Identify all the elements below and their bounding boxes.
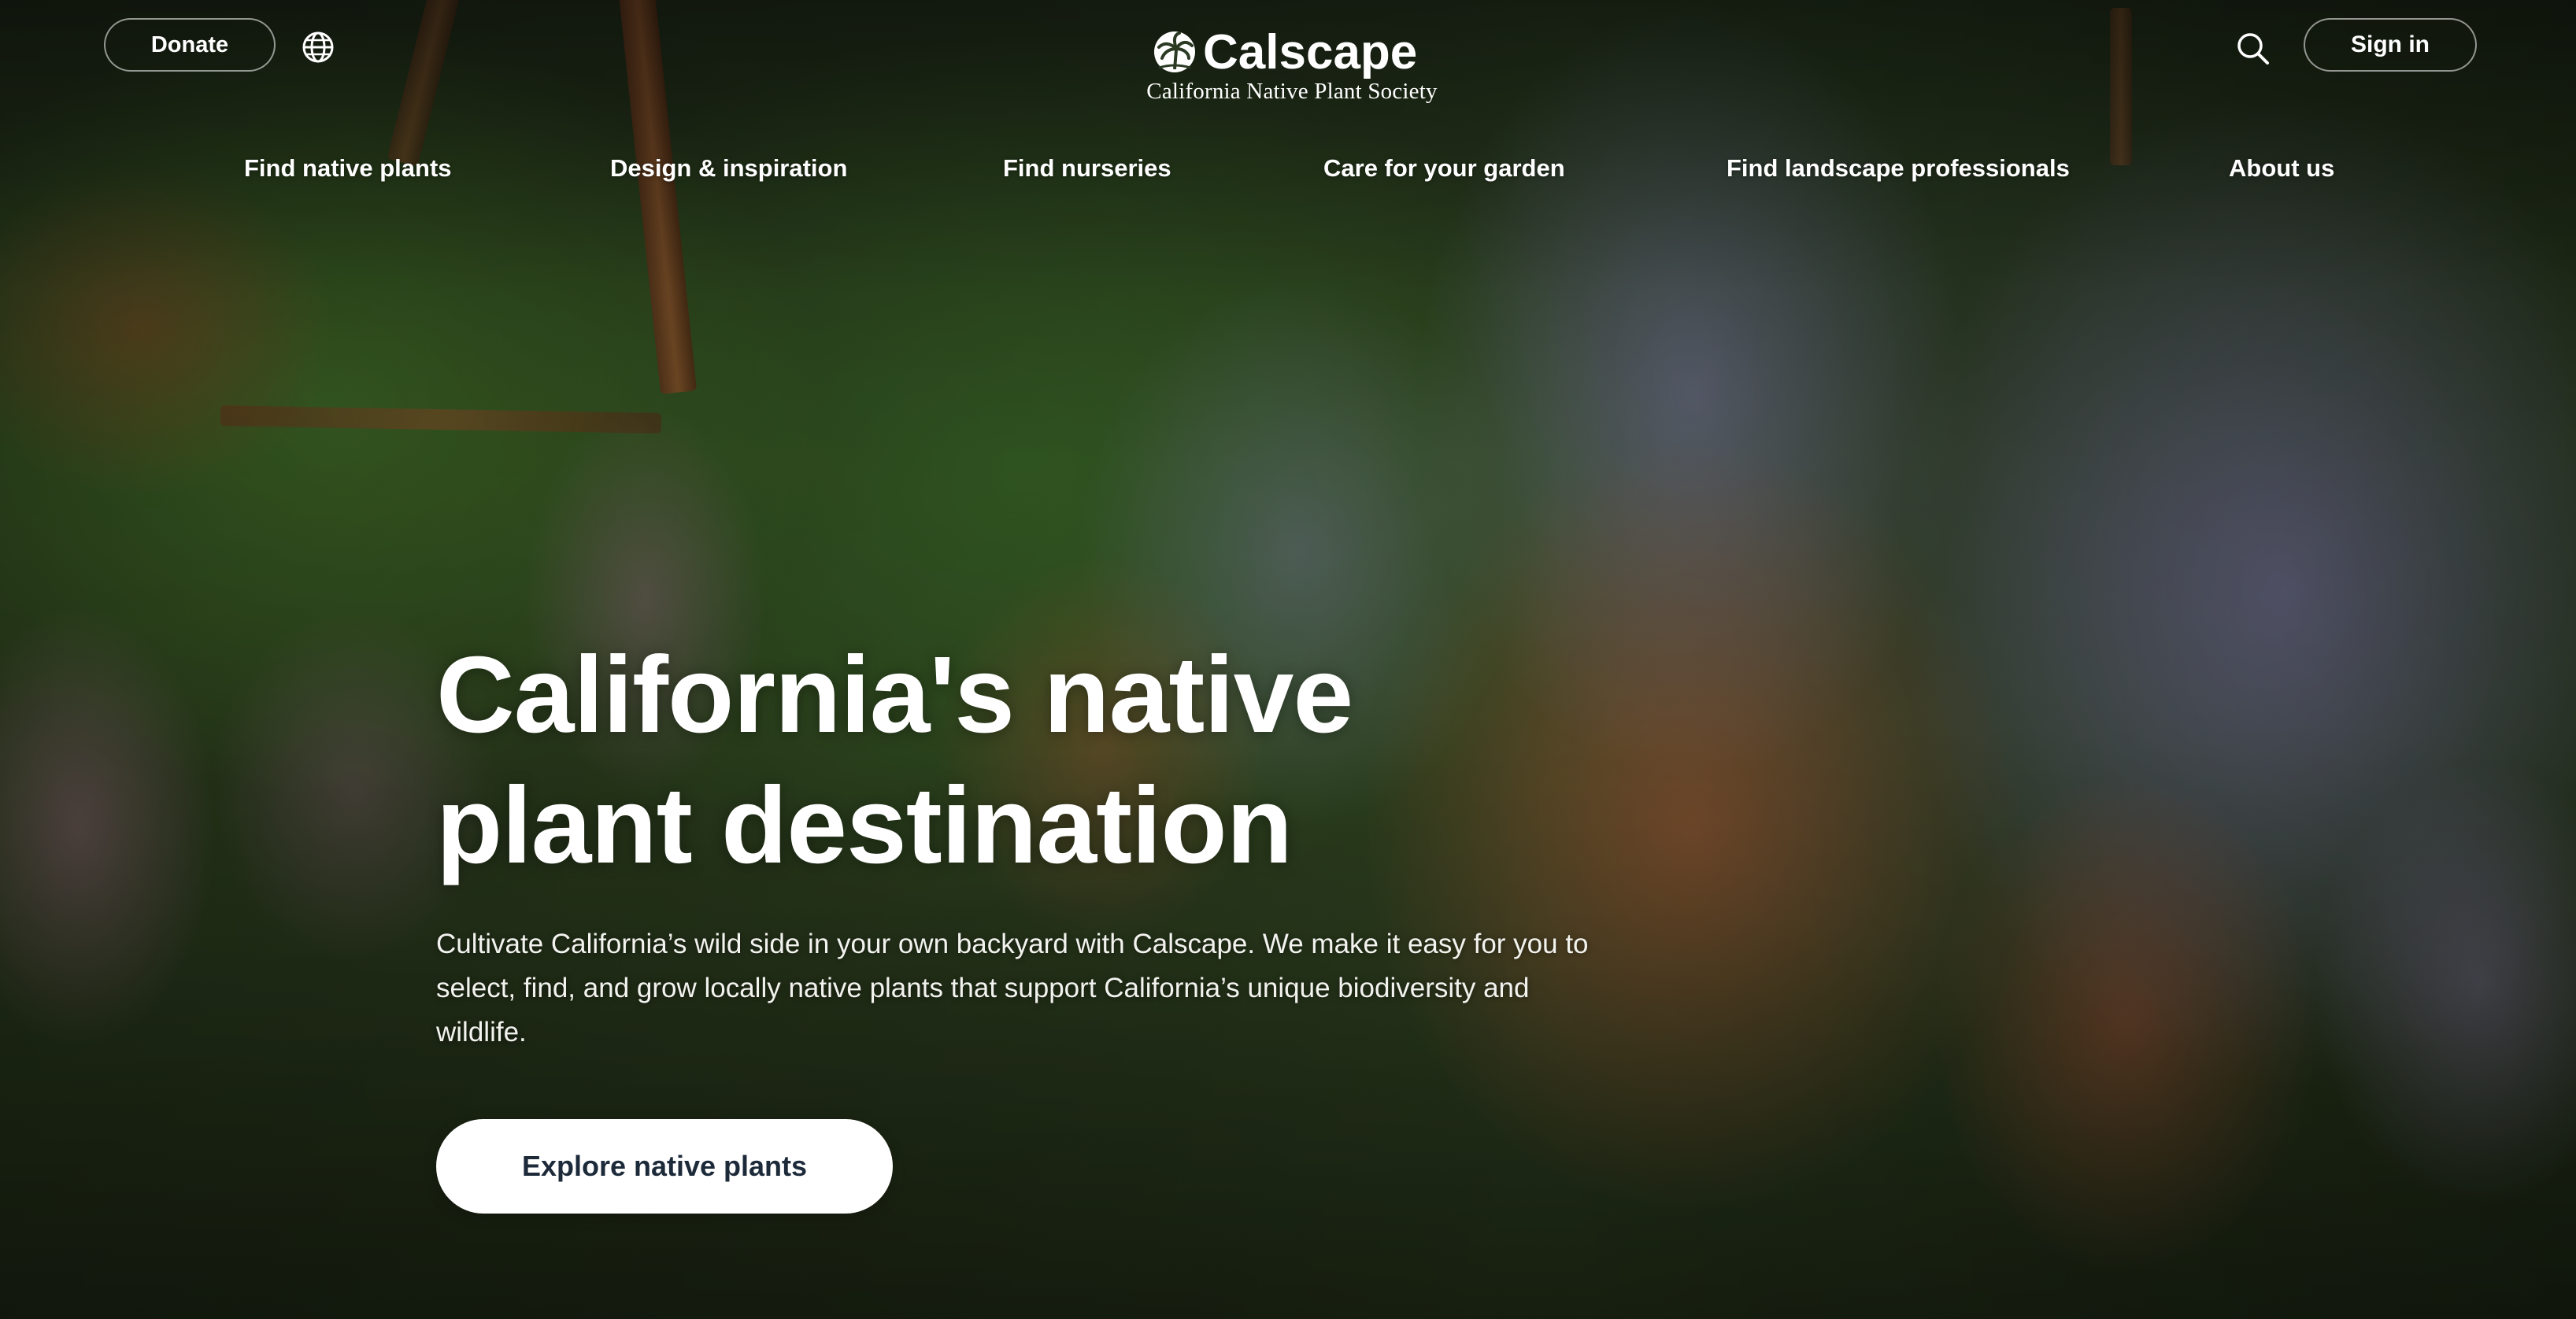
search-icon[interactable] [2234,30,2272,68]
globe-icon-svg [302,31,334,63]
hero-title-line-1: California's native [436,634,1353,756]
site-header: Donate Calscape California Native Plant … [0,0,2576,104]
nav-item-find-nurseries[interactable]: Find nurseries [1003,154,1171,183]
palm-tree-logo-icon [1154,31,1195,72]
explore-native-plants-button[interactable]: Explore native plants [436,1119,893,1214]
donate-button[interactable]: Donate [104,18,276,72]
nav-item-about-us[interactable]: About us [2229,154,2334,183]
sign-in-button[interactable]: Sign in [2304,18,2477,72]
hero-title-line-2: plant destination [436,765,1293,886]
nav-item-care-for-garden[interactable]: Care for your garden [1323,154,1565,183]
hero-description: Cultivate California’s wild side in your… [436,929,1589,1047]
globe-icon[interactable] [299,28,337,66]
nav-item-find-native-plants[interactable]: Find native plants [244,154,452,183]
sign-in-button-label: Sign in [2351,31,2430,57]
hero-title: California's native plant destination [436,630,1538,891]
explore-button-label: Explore native plants [521,1150,808,1182]
nav-item-find-landscape-professionals[interactable]: Find landscape professionals [1727,154,2070,183]
main-nav: Find native plants Design & inspiration … [0,154,2576,194]
logo-wordmark: Calscape [1203,25,1418,79]
logo-subtitle: California Native Plant Society [1146,79,1438,104]
donate-button-label: Donate [150,31,229,57]
search-icon-svg [2237,33,2269,65]
calscape-logo[interactable]: Calscape California Native Plant Society [1146,25,1438,107]
nav-item-design-inspiration[interactable]: Design & inspiration [610,154,847,183]
